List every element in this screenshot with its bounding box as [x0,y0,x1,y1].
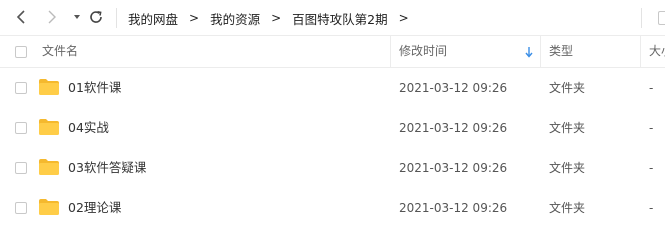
file-modified-time: 2021-03-12 09:26 [399,81,508,95]
file-list-header: 文件名 修改时间 类型 大小 [0,36,665,68]
file-size: - [649,161,654,175]
table-row[interactable]: 04实战 2021-03-12 09:26 文件夹 - [0,108,665,148]
caret-down-icon [74,15,80,19]
toolbar: 我的网盘 > 我的资源 > 百图特攻队第2期 > [0,0,665,36]
back-button[interactable] [14,9,30,25]
refresh-button[interactable] [88,9,104,25]
column-header-modified[interactable]: 修改时间 [399,36,519,67]
row-checkbox[interactable] [15,122,27,134]
row-checkbox[interactable] [15,82,27,94]
breadcrumb-item-current-folder[interactable]: 百图特攻队第2期 [292,9,387,28]
history-dropdown-button[interactable] [69,9,85,25]
chevron-left-icon [16,10,25,24]
folder-icon [39,79,59,95]
search-box-edge[interactable] [658,11,665,25]
file-size: - [649,81,654,95]
breadcrumb-separator[interactable]: > [399,11,409,25]
select-all-checkbox[interactable] [15,46,27,58]
folder-icon [39,119,59,135]
toolbar-divider [116,8,117,28]
file-modified-time: 2021-03-12 09:26 [399,161,508,175]
file-type: 文件夹 [549,121,586,135]
file-type: 文件夹 [549,161,586,175]
column-header-name[interactable]: 文件名 [42,36,382,67]
arrow-down-icon [525,47,533,58]
toolbar-divider [641,8,642,28]
file-modified-time: 2021-03-12 09:26 [399,201,508,215]
breadcrumb-separator: > [189,11,200,25]
row-checkbox[interactable] [15,162,27,174]
refresh-icon [90,11,102,23]
breadcrumb-item-my-drive[interactable]: 我的网盘 [128,9,178,28]
chevron-right-icon [48,10,56,24]
table-row[interactable]: 02理论课 2021-03-12 09:26 文件夹 - [0,188,665,228]
file-type: 文件夹 [549,201,586,215]
column-divider[interactable] [390,36,391,67]
column-divider[interactable] [640,36,641,67]
file-name[interactable]: 02理论课 [68,188,368,228]
file-modified-time: 2021-03-12 09:26 [399,121,508,135]
column-header-size[interactable]: 大小 [649,36,665,67]
table-row[interactable]: 01软件课 2021-03-12 09:26 文件夹 - [0,68,665,108]
table-row[interactable]: 03软件答疑课 2021-03-12 09:26 文件夹 - [0,148,665,188]
column-divider[interactable] [540,36,541,67]
file-name[interactable]: 01软件课 [68,68,368,108]
folder-icon [39,159,59,175]
breadcrumb-item-my-resources[interactable]: 我的资源 [210,9,260,28]
breadcrumb: 我的网盘 > 我的资源 > 百图特攻队第2期 > [128,0,420,36]
breadcrumb-separator: > [271,11,282,25]
column-header-type[interactable]: 类型 [549,36,629,67]
file-size: - [649,201,654,215]
file-name[interactable]: 03软件答疑课 [68,148,368,188]
file-name[interactable]: 04实战 [68,108,368,148]
file-type: 文件夹 [549,81,586,95]
folder-icon [39,199,59,215]
file-size: - [649,121,654,135]
row-checkbox[interactable] [15,202,27,214]
forward-button[interactable] [43,9,59,25]
